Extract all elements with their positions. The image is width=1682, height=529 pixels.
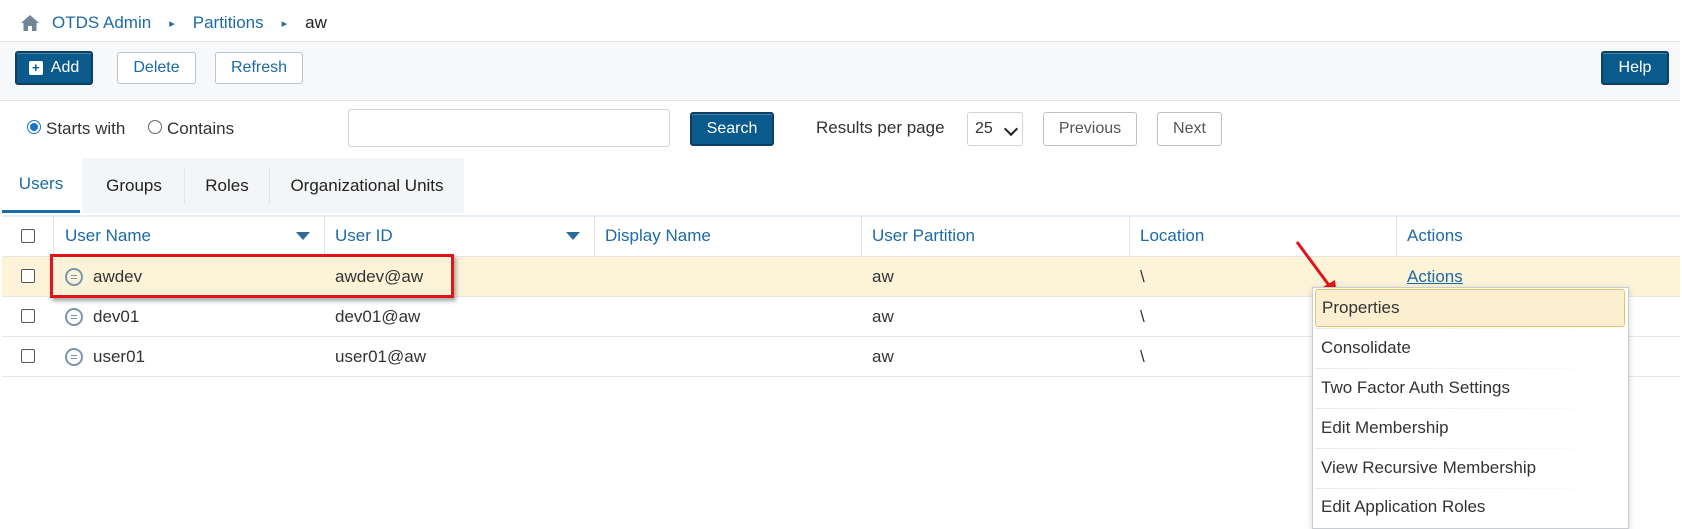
delete-button[interactable]: Delete [117,52,196,84]
search-button[interactable]: Search [690,112,774,146]
user-id-cell: dev01@aw [335,306,421,326]
toolbar: + Add Delete Refresh Help [0,42,1680,101]
user-id-cell: user01@aw [335,346,426,366]
user-name[interactable]: dev01 [93,307,139,327]
add-button-label: Add [50,59,80,76]
tab-users[interactable]: Users [2,158,80,213]
refresh-button[interactable]: Refresh [215,52,303,84]
breadcrumb-separator-icon: ▸ [169,17,175,30]
results-per-page-value: 25 [975,120,993,137]
menu-item-edit-application-roles[interactable]: Edit Application Roles [1315,488,1625,526]
search-bar: Starts with Contains Search Results per … [0,101,1680,157]
tab-organizational-units[interactable]: Organizational Units [270,158,464,213]
highlight-annotation [50,254,454,298]
results-per-page-select[interactable]: 25 [967,112,1023,146]
sort-down-icon[interactable] [296,232,310,240]
user-name-cell: user01 [65,337,145,376]
column-header-actions: Actions [1407,226,1463,245]
menu-item-consolidate[interactable]: Consolidate [1315,329,1625,367]
column-divider [1129,216,1130,256]
user-partition-cell: aw [872,346,894,366]
user-partition-cell: aw [872,306,894,326]
user-name[interactable]: user01 [93,347,145,367]
menu-item-view-recursive-membership[interactable]: View Recursive Membership [1315,449,1625,487]
menu-item-edit-membership[interactable]: Edit Membership [1315,409,1625,447]
actions-menu: Properties Consolidate Two Factor Auth S… [1312,287,1629,529]
breadcrumb-separator-icon: ▸ [281,17,288,30]
tab-bar: Users Groups Roles Organizational Units [2,158,1680,217]
starts-with-label: Starts with [46,119,126,138]
tab-groups[interactable]: Groups [86,158,182,213]
column-divider [594,216,595,256]
help-button[interactable]: Help [1601,51,1669,85]
location-cell: \ [1140,346,1145,366]
breadcrumb-otds-admin[interactable]: OTDS Admin [52,13,151,33]
tab-roles[interactable]: Roles [186,158,268,213]
column-header-display-name[interactable]: Display Name [605,216,711,256]
tab-divider [184,168,185,204]
column-header-user-partition[interactable]: User Partition [872,216,975,256]
plus-icon: + [28,61,43,75]
column-divider [53,216,54,256]
column-header-user-name[interactable]: User Name [65,216,151,256]
user-name-cell: dev01 [65,297,139,336]
next-button[interactable]: Next [1157,112,1222,146]
breadcrumb: OTDS Admin ▸ Partitions ▸ aw [0,5,1680,42]
user-icon [65,307,83,326]
row-checkbox[interactable] [21,309,35,323]
table-header: User Name User ID Display Name User Part… [2,216,1680,257]
column-divider [861,216,862,256]
row-checkbox[interactable] [21,269,35,283]
column-header-location[interactable]: Location [1140,216,1204,256]
column-divider [324,216,325,256]
add-button[interactable]: + Add [15,51,93,85]
results-per-page-label: Results per page [816,118,945,137]
search-input[interactable] [348,109,670,147]
column-divider [1396,216,1397,256]
sort-down-icon[interactable] [566,232,580,240]
breadcrumb-current: aw [305,13,327,32]
column-header-user-id[interactable]: User ID [335,216,393,256]
contains-radio[interactable] [148,120,162,134]
location-cell: \ [1140,266,1145,286]
user-partition-cell: aw [872,266,894,286]
starts-with-radio[interactable] [27,120,41,134]
user-icon [65,347,83,366]
contains-label: Contains [167,119,235,138]
previous-button[interactable]: Previous [1043,112,1137,146]
menu-item-properties[interactable]: Properties [1315,289,1625,327]
chevron-down-icon [1003,121,1019,137]
location-cell: \ [1140,306,1145,326]
menu-item-two-factor-auth-settings[interactable]: Two Factor Auth Settings [1315,369,1625,407]
breadcrumb-partitions[interactable]: Partitions [193,13,264,33]
select-all-checkbox[interactable] [21,229,35,243]
home-icon[interactable] [20,14,40,32]
row-checkbox[interactable] [21,349,35,363]
